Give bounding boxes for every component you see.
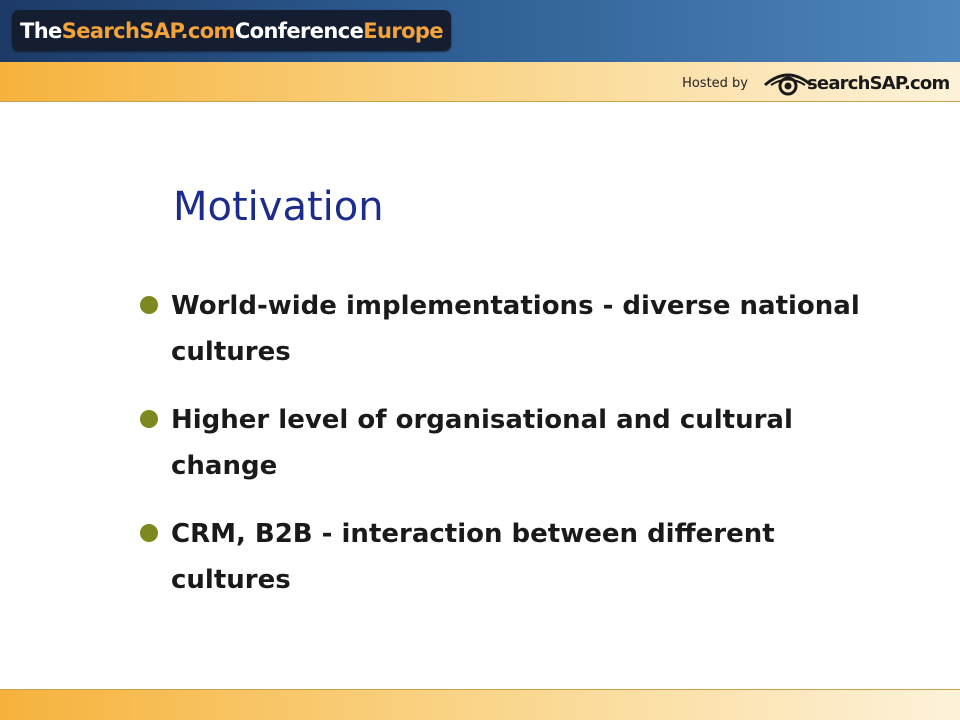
bullet-item: World-wide implementations - diverse nat… (140, 283, 920, 375)
title-europe: Europe (363, 18, 444, 43)
bullet-list: World-wide implementations - diverse nat… (140, 283, 920, 625)
bullet-dot-icon (140, 410, 158, 428)
header-band: The SearchSAP.com Conference Europe (0, 0, 960, 62)
searchsap-logo: searchSAP.com (763, 68, 950, 98)
eye-icon (764, 73, 812, 96)
bullet-item: Higher level of organisational and cultu… (140, 397, 920, 489)
conference-title: The SearchSAP.com Conference Europe (12, 10, 451, 51)
bullet-dot-icon (140, 296, 158, 314)
bullet-dot-icon (140, 524, 158, 542)
bullet-text: CRM, B2B - interaction between different… (171, 519, 775, 595)
bullet-text: World-wide implementations - diverse nat… (171, 291, 860, 367)
title-the: The (19, 18, 62, 43)
slide-title: Motivation (173, 184, 384, 230)
bullet-item: CRM, B2B - interaction between different… (140, 511, 920, 603)
title-searchsap: SearchSAP.com (61, 18, 236, 43)
title-conference: Conference (234, 18, 364, 43)
bullet-text: Higher level of organisational and cultu… (171, 405, 793, 481)
footer-band (0, 689, 960, 720)
logo-text: searchSAP.com (807, 72, 950, 94)
hosted-by-label: Hosted by (682, 76, 748, 91)
